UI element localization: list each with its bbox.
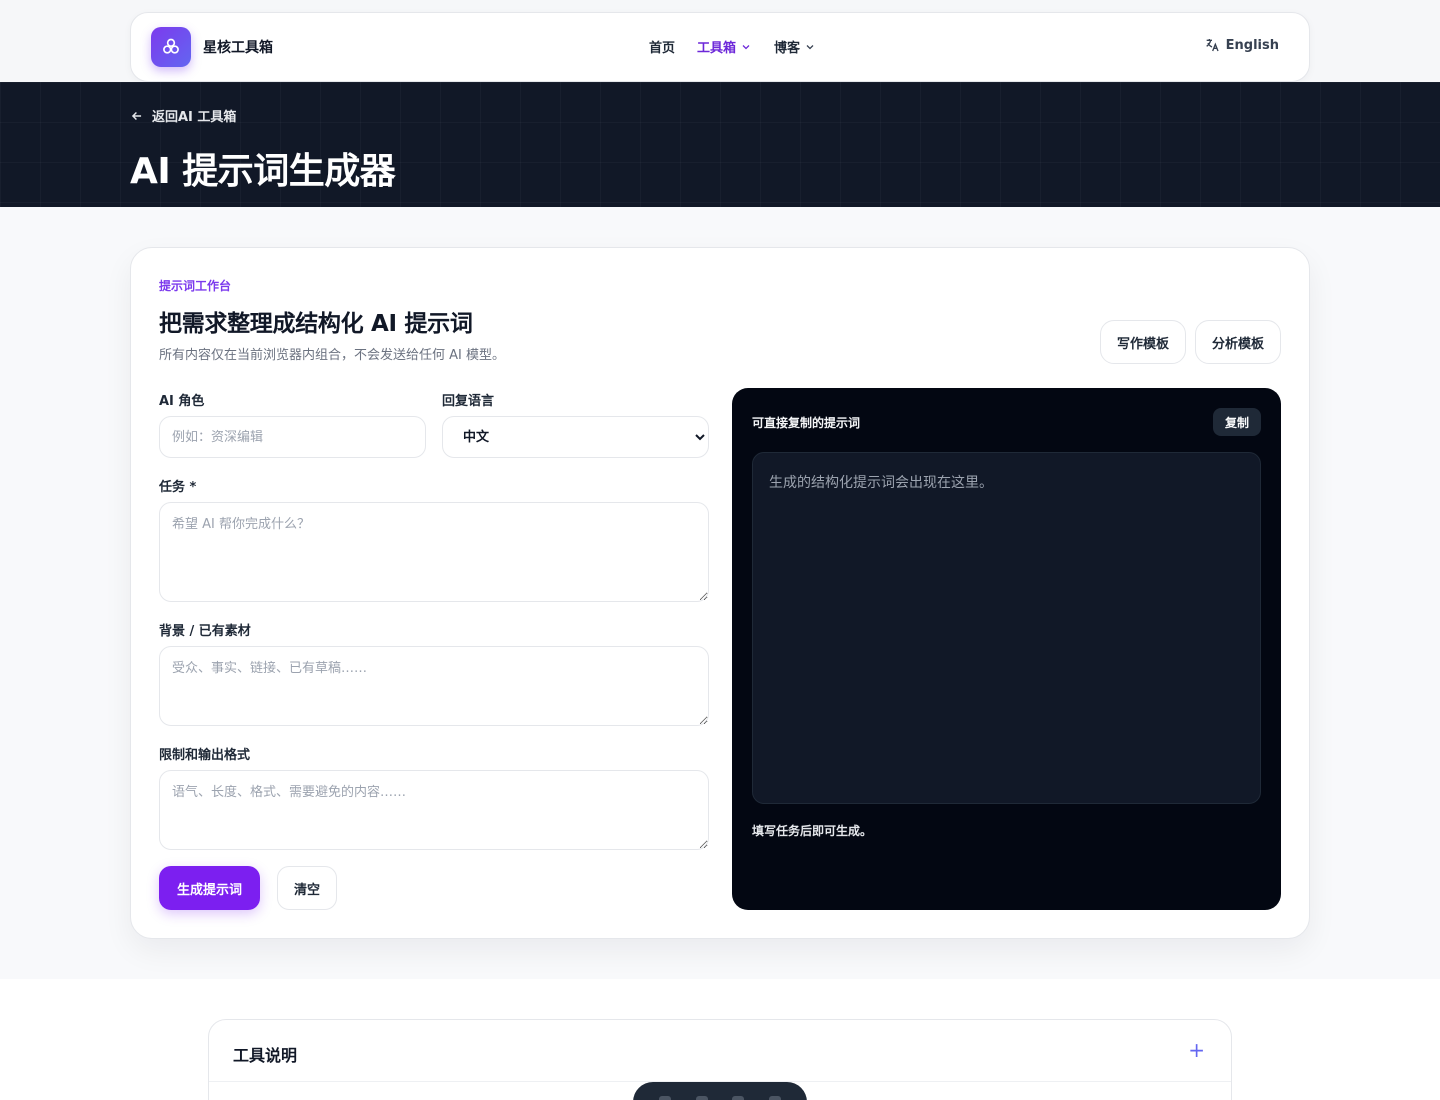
chevron-down-icon	[806, 44, 814, 49]
logo-icon	[151, 27, 191, 67]
brand[interactable]: 星核工具箱	[151, 27, 273, 67]
writing-template-button[interactable]: 写作模板	[1099, 320, 1186, 364]
nav-link-tools[interactable]: 工具箱	[697, 37, 752, 56]
navbar: 星核工具箱 首页 工具箱 博客 English	[130, 12, 1310, 82]
toolbar-icon[interactable]	[695, 1096, 708, 1100]
prompt-workbench-card: 提示词工作台 把需求整理成结构化 AI 提示词 所有内容仅在当前浏览器内组合，不…	[130, 247, 1310, 939]
constraints-textarea[interactable]	[159, 770, 709, 850]
translate-icon	[1205, 39, 1219, 52]
toolbar-icon[interactable]	[659, 1096, 672, 1100]
brand-name: 星核工具箱	[203, 40, 273, 56]
language-select-label: 回复语言	[442, 394, 495, 409]
copy-button[interactable]: 复制	[1212, 408, 1261, 436]
toolbar-icon[interactable]	[732, 1096, 745, 1100]
chevron-down-icon	[742, 44, 750, 49]
output-text-area[interactable]: 生成的结构化提示词会出现在这里。	[752, 452, 1261, 804]
nav-link-label: 博客	[774, 41, 801, 56]
role-input[interactable]	[159, 416, 426, 458]
analysis-template-button[interactable]: 分析模板	[1194, 320, 1281, 364]
constraints-label: 限制和输出格式	[159, 748, 251, 763]
nav-link-blog[interactable]: 博客	[774, 37, 816, 56]
output-hint: 填写任务后即可生成。	[752, 824, 873, 838]
nav-link-label: 工具箱	[697, 41, 737, 56]
card-eyebrow: 提示词工作台	[159, 279, 232, 293]
language-select[interactable]: 中文	[442, 416, 709, 458]
arrow-left-icon	[131, 111, 142, 120]
back-link-label: 返回AI 工具箱	[152, 110, 237, 125]
clear-button[interactable]: 清空	[277, 866, 338, 910]
context-label: 背景 / 已有素材	[159, 624, 251, 639]
accordion-title: 工具说明	[233, 1046, 298, 1065]
generate-button[interactable]: 生成提示词	[159, 866, 261, 910]
nav-link-home[interactable]: 首页	[649, 37, 675, 56]
language-switch[interactable]: English	[1204, 37, 1279, 53]
output-title: 可直接复制的提示词	[752, 416, 861, 430]
task-textarea[interactable]	[159, 502, 709, 602]
plus-icon: +	[1188, 1038, 1205, 1062]
output-panel: 可直接复制的提示词 复制 生成的结构化提示词会出现在这里。 填写任务后即可生成。	[732, 388, 1281, 910]
language-label: English	[1225, 37, 1279, 53]
nav-links: 首页 工具箱 博客	[649, 37, 816, 56]
hero-banner: 返回AI 工具箱 AI 提示词生成器	[0, 82, 1440, 207]
nav-link-label: 首页	[649, 41, 676, 56]
card-subtitle: 所有内容仅在当前浏览器内组合，不会发送给任何 AI 模型。	[159, 348, 505, 363]
page-title: AI 提示词生成器	[130, 151, 396, 192]
accordion-header[interactable]: 工具说明 +	[209, 1020, 1231, 1082]
role-label: AI 角色	[159, 394, 205, 409]
toolbar-icon[interactable]	[768, 1096, 781, 1100]
task-label: 任务 *	[159, 480, 197, 495]
floating-toolbar[interactable]	[633, 1082, 807, 1100]
card-title: 把需求整理成结构化 AI 提示词	[159, 311, 473, 337]
template-buttons: 写作模板 分析模板	[1099, 320, 1281, 364]
context-textarea[interactable]	[159, 646, 709, 726]
back-link[interactable]: 返回AI 工具箱	[130, 106, 236, 125]
